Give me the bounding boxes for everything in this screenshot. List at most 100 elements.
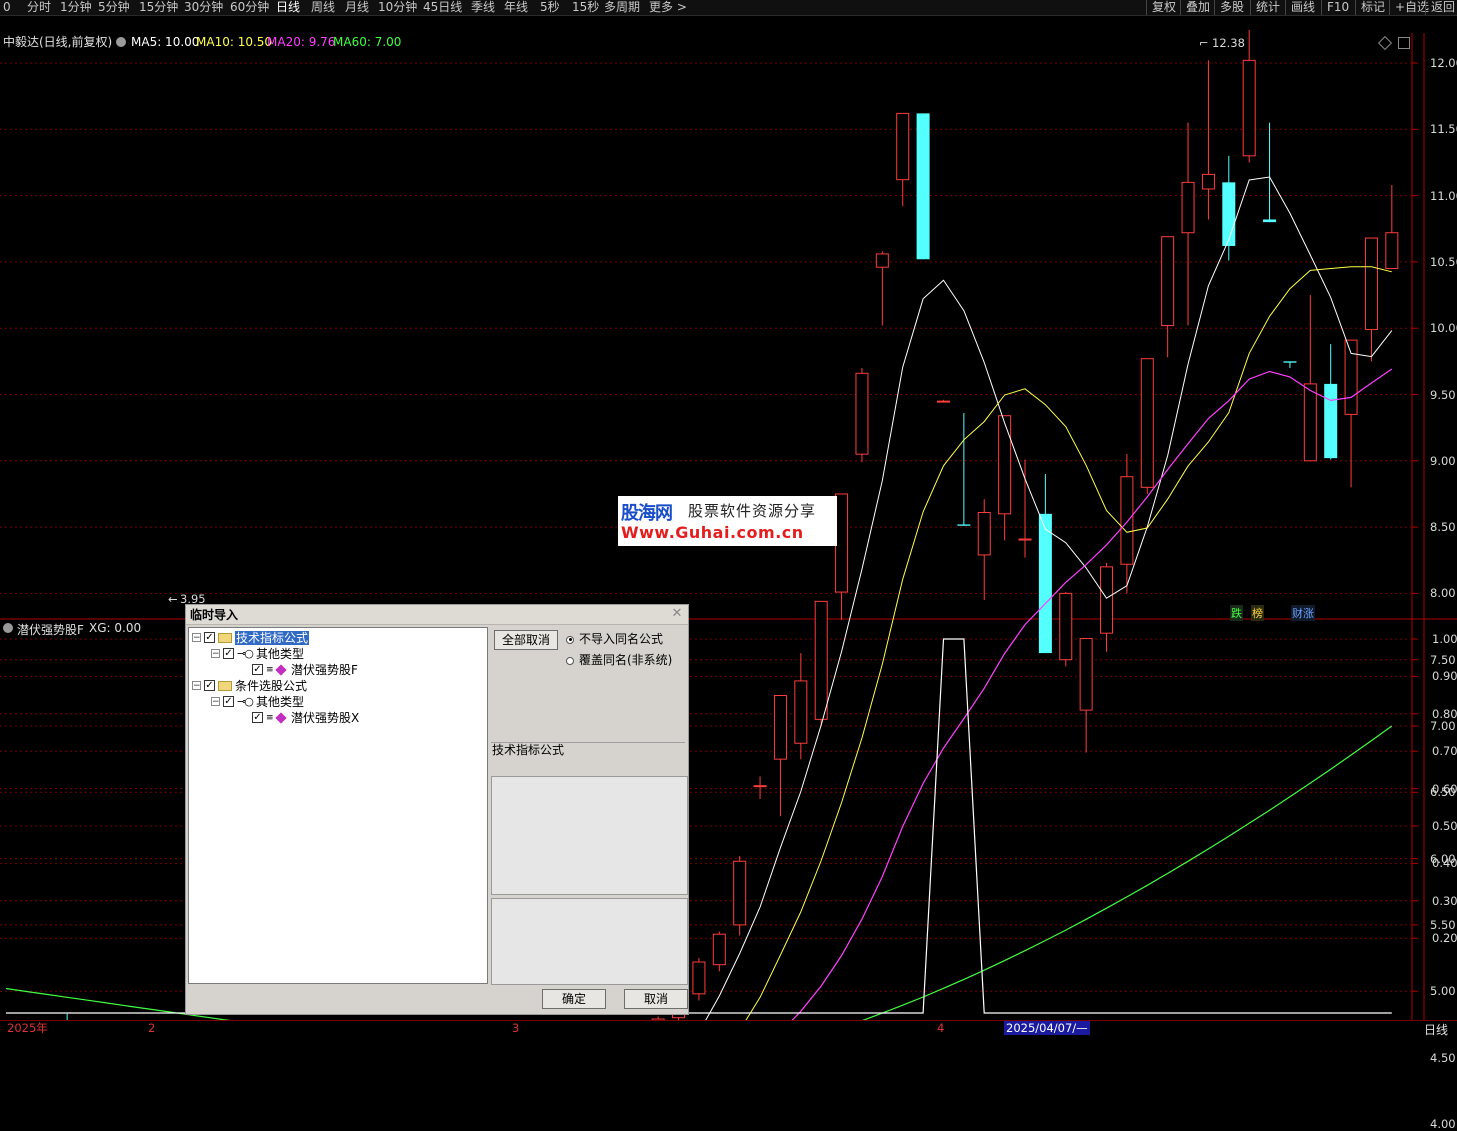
radio-no-import-same[interactable]: 不导入同名公式 [566,632,663,646]
month-4-label: 4 [937,1021,945,1035]
candle[interactable] [1364,237,1378,362]
candle[interactable] [1385,184,1399,270]
price-tick-label: 4.50 [1430,1050,1456,1065]
candle[interactable] [957,413,971,526]
candle[interactable] [814,600,828,726]
tag-bang[interactable]: 榜 [1251,605,1264,621]
checkbox[interactable]: ✓ [223,696,234,707]
tree-label[interactable]: 其他类型 [256,695,304,709]
date-axis [0,1020,1457,1039]
indicator-name: 潜伏强势股F [17,623,84,637]
candle[interactable] [1181,122,1195,326]
ok-button[interactable]: 确定 [542,989,606,1009]
tree-node-select-other[interactable]: − ✓ ⊸○ 其他类型 [211,693,304,709]
collapse-icon[interactable]: − [192,633,201,643]
cancel-button[interactable]: 取消 [624,989,688,1009]
price-tick-label: 9.50 [1430,387,1456,402]
candle[interactable] [1303,295,1317,462]
checkbox[interactable]: ✓ [252,664,263,675]
month-3-label: 3 [512,1021,520,1035]
formula-tree[interactable]: − ✓ 技术指标公式 − ✓ ⊸○ 其他类型 ✓ ≡ 潜伏强势股F − ✓ 条件选股公式 − ✓ ⊸○… [188,627,488,984]
tree-label[interactable]: 其他类型 [256,647,304,661]
price-tick-label: 8.50 [1430,520,1456,535]
radio-selected-icon[interactable] [566,635,574,644]
radio-label: 不导入同名公式 [579,632,664,646]
candle[interactable] [977,499,991,601]
candle[interactable] [835,493,849,620]
candle[interactable] [1222,155,1236,261]
price-tick-label: 12.00 [1430,56,1457,70]
tree-node-tech[interactable]: − ✓ 技术指标公式 [192,629,310,645]
candle[interactable] [1018,459,1032,558]
tree-label[interactable]: 条件选股公式 [235,679,307,693]
key-icon: ⊸○ [237,646,254,660]
candle[interactable] [1059,592,1073,667]
candle[interactable] [733,855,747,936]
candle[interactable] [916,113,930,260]
radio-overwrite-same[interactable]: 覆盖同名(非系统) [566,653,672,667]
collapse-icon[interactable]: − [211,697,220,707]
tag-caizhang[interactable]: 财涨 [1291,605,1315,621]
watermark-logo: 股海网 股票软件资源分享 Www.Guhai.com.cn [618,496,837,546]
price-tick-label: 5.00 [1430,984,1456,999]
watermark-url: Www.Guhai.com.cn [621,523,804,542]
candle[interactable] [712,931,726,972]
arrow-icon: ≡ [266,712,274,723]
candle[interactable] [1344,339,1358,488]
tree-label[interactable]: 潜伏强势股X [291,711,359,725]
checkbox[interactable]: ✓ [252,712,263,723]
indicator-tick-label: 0.50 [1432,819,1457,833]
indicator-tick-label: 1.00 [1432,632,1457,646]
collapse-icon[interactable]: − [211,649,220,659]
indicator-tick-label: 0.70 [1432,744,1457,759]
tree-node-formula-f[interactable]: ✓ ≡ 潜伏强势股F [249,661,358,677]
radio-icon[interactable] [566,656,574,665]
price-tick-label: 4.00 [1430,1116,1456,1131]
candle[interactable] [773,695,787,817]
candle[interactable] [1079,637,1093,753]
checkbox[interactable]: ✓ [204,632,215,643]
candle[interactable] [1242,29,1256,163]
checkbox[interactable]: ✓ [223,648,234,659]
candle[interactable] [875,251,889,326]
close-icon[interactable]: ✕ [670,607,684,621]
tree-label[interactable]: 技术指标公式 [235,630,310,645]
indicator-value: XG: 0.00 [89,621,142,635]
candle[interactable] [896,112,910,207]
formula-diamond-icon [275,663,287,676]
candle[interactable] [1283,361,1297,368]
candle[interactable] [692,958,706,1001]
indicator-menu-icon[interactable] [3,623,13,633]
candle[interactable] [1140,358,1154,494]
tree-node-tech-other[interactable]: − ✓ ⊸○ 其他类型 [211,645,304,661]
candle[interactable] [1100,562,1114,652]
price-tick-label: 10.00 [1430,321,1457,336]
params-panel [491,898,688,985]
price-tick-label: 11.00 [1430,188,1457,203]
tree-node-select[interactable]: − ✓ 条件选股公式 [192,677,307,693]
indicator-tick-label: 0.80 [1432,706,1457,721]
cancel-all-button[interactable]: 全部取消 [494,630,558,650]
candle[interactable] [1263,122,1277,223]
candle[interactable] [1324,344,1338,460]
price-tick-label: 11.50 [1430,122,1457,137]
tree-node-formula-x[interactable]: ✓ ≡ 潜伏强势股X [249,709,359,725]
candle[interactable] [1161,236,1175,358]
candle[interactable] [855,367,869,463]
collapse-icon[interactable]: − [192,681,201,691]
indicator-tick-label: 0.30 [1432,893,1457,908]
year-label: 2025年 [7,1021,48,1035]
checkbox[interactable]: ✓ [204,680,215,691]
candle[interactable] [753,776,767,799]
indicator-tick-label: 0.20 [1432,931,1457,946]
price-tick-label: 7.50 [1430,652,1456,667]
high-price-label: 12.38 [1212,36,1245,50]
radio-label: 覆盖同名(非系统) [579,653,673,667]
candle[interactable] [794,653,808,760]
tag-die[interactable]: 跌 [1230,605,1243,621]
candle[interactable] [1201,60,1215,220]
candle[interactable] [936,399,950,403]
period-label: 日线 [1424,1023,1449,1037]
candle[interactable] [1038,474,1052,654]
tree-label[interactable]: 潜伏强势股F [291,663,358,677]
